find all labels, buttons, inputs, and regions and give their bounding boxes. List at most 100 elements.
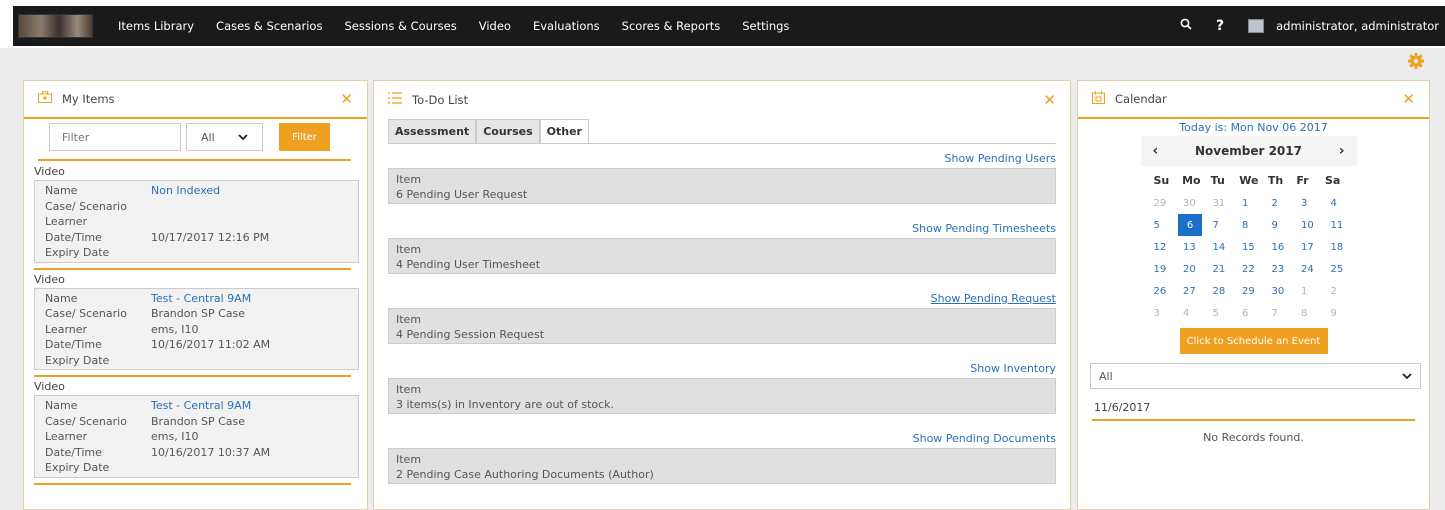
user-menu[interactable]: administrator, administrator: [1276, 19, 1439, 33]
close-icon[interactable]: ✕: [1402, 90, 1415, 108]
tab-other[interactable]: Other: [539, 119, 589, 143]
calendar-day[interactable]: 22: [1242, 258, 1272, 280]
item-name-link[interactable]: Non Indexed: [151, 184, 220, 197]
calendar-day[interactable]: 31: [1213, 192, 1243, 214]
nav-settings[interactable]: Settings: [742, 19, 789, 33]
my-items-panel: My Items ✕ All Filter Video Name Non Inde…: [23, 80, 368, 510]
item-name-link[interactable]: Test - Central 9AM: [151, 399, 251, 412]
divider: [34, 267, 351, 270]
item-row: Date/Time 10/16/2017 11:02 AM: [45, 337, 358, 353]
calendar-day[interactable]: 17: [1301, 236, 1331, 258]
gear-icon[interactable]: [1407, 52, 1427, 72]
nav-items-library[interactable]: Items Library: [118, 19, 194, 33]
list-item[interactable]: Video Name Non Indexed Case/ Scenario Lea…: [24, 165, 367, 270]
item-name-link[interactable]: Test - Central 9AM: [151, 292, 251, 305]
calendar-day[interactable]: 10: [1301, 214, 1331, 236]
calendar-day[interactable]: 19: [1154, 258, 1184, 280]
item-key: Date/Time: [45, 338, 102, 352]
nav-sessions-courses[interactable]: Sessions & Courses: [344, 19, 456, 33]
calendar-day[interactable]: 18: [1331, 236, 1361, 258]
calendar-day[interactable]: 8: [1242, 214, 1272, 236]
calendar-day[interactable]: 8: [1301, 302, 1331, 324]
calendar-day[interactable]: 4: [1331, 192, 1361, 214]
show-inventory-link[interactable]: Show Inventory: [388, 362, 1056, 377]
calendar-day[interactable]: 9: [1272, 214, 1302, 236]
calendar-day[interactable]: 26: [1154, 280, 1184, 302]
calendar-day[interactable]: 6: [1242, 302, 1272, 324]
calendar-day[interactable]: 1: [1242, 192, 1272, 214]
list-item[interactable]: Video Name Test - Central 9AM Case/ Scena…: [24, 273, 367, 377]
nav-evaluations[interactable]: Evaluations: [533, 19, 600, 33]
item-row: Expiry Date: [45, 460, 358, 476]
close-icon[interactable]: ✕: [340, 90, 353, 108]
show-pending-documents-link[interactable]: Show Pending Documents: [388, 432, 1056, 447]
calendar-day[interactable]: 29: [1242, 280, 1272, 302]
item-key: Expiry Date: [45, 246, 110, 260]
day-grid: 29 30 31 1 2 3 4 5 6 7 8 9 10 11 12 13 14 15 16 17 18 19 20 21 2…: [1154, 192, 1354, 324]
calendar-day[interactable]: 4: [1183, 302, 1213, 324]
calendar-day[interactable]: 14: [1213, 236, 1243, 258]
nav-scores-reports[interactable]: Scores & Reports: [622, 19, 721, 33]
logo[interactable]: [18, 14, 93, 38]
calendar-day[interactable]: 1: [1301, 280, 1331, 302]
chevron-right-icon[interactable]: ›: [1339, 143, 1345, 159]
calendar-day[interactable]: 16: [1272, 236, 1302, 258]
show-pending-users-link[interactable]: Show Pending Users: [388, 152, 1056, 167]
show-pending-timesheets-link[interactable]: Show Pending Timesheets: [388, 222, 1056, 237]
nav-menu: Items Library Cases & Scenarios Sessions…: [118, 19, 811, 33]
calendar-day[interactable]: 6: [1178, 214, 1202, 236]
type-select[interactable]: All: [186, 123, 263, 151]
item-row: Date/Time 10/17/2017 12:16 PM: [45, 230, 358, 246]
filter-input[interactable]: [49, 123, 181, 151]
calendar-day[interactable]: 2: [1272, 192, 1302, 214]
calendar-day[interactable]: 12: [1154, 236, 1184, 258]
today-label[interactable]: Today is: Mon Nov 06 2017: [1078, 121, 1429, 136]
event-filter-select[interactable]: All: [1090, 363, 1421, 389]
filter-button[interactable]: Filter: [279, 123, 330, 151]
calendar-day[interactable]: 30: [1183, 192, 1213, 214]
calendar-day[interactable]: 24: [1301, 258, 1331, 280]
todo-body: Show Pending Users Item 6 Pending User R…: [374, 152, 1070, 484]
calendar-day[interactable]: 5: [1213, 302, 1243, 324]
calendar-day[interactable]: 11: [1331, 214, 1361, 236]
calendar-day[interactable]: 30: [1272, 280, 1302, 302]
nav-cases-scenarios[interactable]: Cases & Scenarios: [216, 19, 322, 33]
avatar[interactable]: [1248, 19, 1265, 33]
calendar-day[interactable]: 21: [1213, 258, 1243, 280]
calendar-day[interactable]: 7: [1272, 302, 1302, 324]
calendar-day[interactable]: 9: [1331, 302, 1361, 324]
calendar-day[interactable]: 29: [1154, 192, 1184, 214]
weekday-label: Sa: [1324, 174, 1341, 187]
calendar-day[interactable]: 3: [1154, 302, 1184, 324]
todo-item-text: 2 Pending Case Authoring Documents (Auth…: [396, 468, 654, 481]
list-item[interactable]: Video Name Test - Central 9AM Case/ Scena…: [24, 380, 367, 485]
calendar-day[interactable]: 23: [1272, 258, 1302, 280]
divider: [1092, 419, 1415, 421]
calendar-day[interactable]: 13: [1183, 236, 1213, 258]
calendar-day[interactable]: 20: [1183, 258, 1213, 280]
calendar-day[interactable]: 25: [1331, 258, 1361, 280]
nav-video[interactable]: Video: [479, 19, 511, 33]
calendar-day[interactable]: 28: [1213, 280, 1243, 302]
calendar-day[interactable]: 27: [1183, 280, 1213, 302]
month-calendar: ‹ November 2017 › Su Mo Tu We Th Fr Sa 2…: [1140, 136, 1357, 324]
close-icon[interactable]: ✕: [1043, 91, 1056, 109]
item-row: Case/ Scenario Brandon SP Case: [45, 306, 358, 322]
schedule-event-button[interactable]: Click to Schedule an Event: [1179, 328, 1328, 354]
calendar-day[interactable]: 7: [1213, 214, 1243, 236]
item-row: Expiry Date: [45, 245, 358, 261]
filter-row: All Filter: [24, 119, 367, 155]
item-key: Learner: [45, 215, 88, 229]
month-label[interactable]: November 2017: [1158, 144, 1338, 158]
show-pending-request-link[interactable]: Show Pending Request: [388, 292, 1056, 307]
calendar-day[interactable]: 3: [1301, 192, 1331, 214]
calendar-day[interactable]: 2: [1331, 280, 1361, 302]
search-icon[interactable]: [1180, 18, 1192, 34]
tab-courses[interactable]: Courses: [476, 119, 540, 143]
calendar-day[interactable]: 15: [1242, 236, 1272, 258]
help-icon[interactable]: ?: [1216, 18, 1224, 34]
todo-item: Item 3 items(s) in Inventory are out of …: [388, 378, 1056, 414]
item-value: 10/16/2017 10:37 AM: [151, 445, 271, 459]
weekday-header: Su Mo Tu We Th Fr Sa: [1154, 174, 1354, 192]
tab-assessment[interactable]: Assessment: [388, 119, 477, 143]
